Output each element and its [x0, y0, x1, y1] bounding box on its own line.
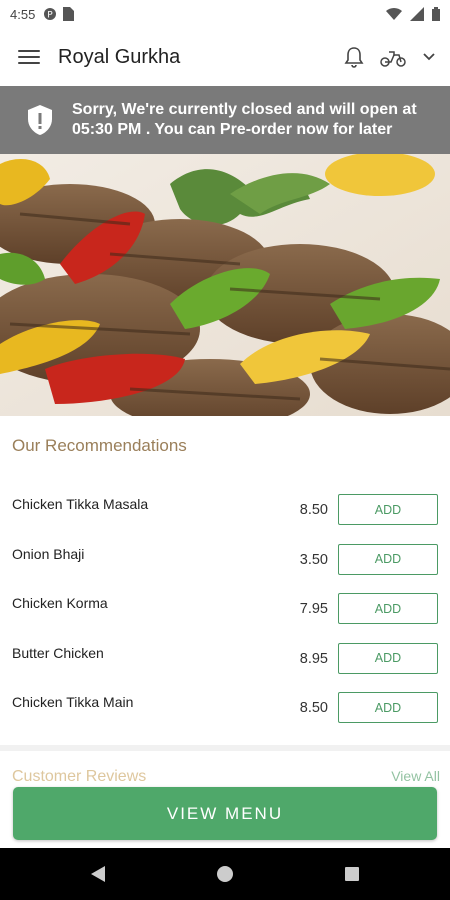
chevron-down-icon[interactable] [422, 52, 436, 62]
list-item: Chicken Tikka Masala 8.50 ADD [0, 486, 450, 536]
item-name: Chicken Tikka Masala [12, 496, 149, 512]
closed-banner: Sorry, We're currently closed and will o… [0, 86, 450, 154]
banner-message: Sorry, We're currently closed and will o… [72, 100, 417, 140]
bell-icon[interactable] [344, 46, 364, 68]
app-notification-icon: P [44, 8, 57, 21]
item-price: 8.50 [299, 502, 328, 518]
system-nav-bar [0, 848, 450, 900]
svg-text:P: P [48, 11, 54, 21]
item-price: 3.50 [299, 551, 328, 568]
add-button[interactable]: ADD [338, 692, 438, 723]
list-item: Chicken Korma 7.95 ADD [0, 585, 450, 635]
back-icon[interactable] [90, 865, 106, 883]
add-button[interactable]: ADD [338, 543, 438, 575]
section-divider [0, 745, 450, 751]
status-bar: 4:55 P [0, 0, 450, 28]
item-name: Chicken Tikka Main [12, 694, 134, 710]
app-bar: Royal Gurkha [0, 28, 450, 86]
item-price: 7.95 [299, 601, 328, 617]
shield-alert-icon [28, 105, 52, 135]
scooter-icon[interactable] [380, 47, 406, 67]
list-item: Butter Chicken 8.95 ADD [0, 635, 450, 685]
item-name: Butter Chicken [12, 644, 104, 661]
hamburger-icon[interactable] [18, 50, 40, 64]
home-icon[interactable] [216, 865, 234, 883]
add-button[interactable]: ADD [338, 642, 438, 674]
item-name: Chicken Korma [12, 595, 108, 611]
hero-food-image [0, 154, 450, 416]
battery-icon [432, 7, 440, 21]
list-item: Onion Bhaji 3.50 ADD [0, 536, 450, 586]
recommendations-title: Our Recommendations [12, 436, 187, 455]
recents-icon[interactable] [344, 866, 360, 882]
signal-icon [410, 7, 424, 21]
status-notification-icons: P [43, 7, 75, 21]
status-system-icons [386, 7, 440, 21]
recommendations-list: Chicken Tikka Masala 8.50 ADD Onion Bhaj… [0, 486, 450, 734]
view-all-link[interactable]: View All [391, 768, 440, 784]
banner-line-1: Sorry, We're currently closed and will o… [72, 101, 417, 118]
status-time: 4:55 [10, 6, 36, 22]
view-menu-button[interactable]: VIEW MENU [13, 787, 437, 840]
app-bar-actions [344, 46, 436, 68]
banner-line-2: 05:30 PM . You can Pre-order now for lat… [72, 121, 393, 138]
sim-card-icon [63, 7, 75, 21]
list-item: Chicken Tikka Main 8.50 ADD [0, 684, 450, 734]
item-price: 8.95 [299, 650, 328, 667]
kebab-skewer-photo [0, 154, 450, 416]
reviews-section-title: Customer Reviews [12, 768, 147, 785]
add-button[interactable]: ADD [338, 494, 438, 525]
item-name: Onion Bhaji [12, 545, 85, 562]
page-title: Royal Gurkha [58, 45, 181, 68]
item-price: 8.50 [299, 700, 328, 716]
add-button[interactable]: ADD [338, 593, 438, 624]
wifi-icon [386, 7, 402, 21]
